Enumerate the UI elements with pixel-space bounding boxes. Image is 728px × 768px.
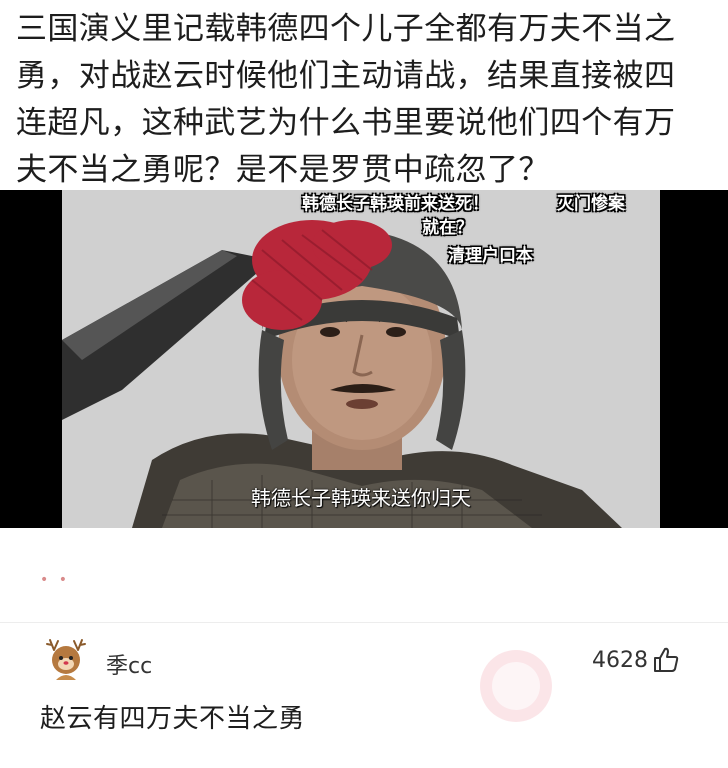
thumbs-up-icon[interactable] [652,646,680,674]
reaction-dots: • • [40,572,70,588]
video-subtitle: 韩德长子韩瑛来送你归天 [251,486,471,510]
watermark-stamp [480,650,552,722]
comment-username[interactable]: 季cc [106,648,152,680]
question-text: 三国演义里记载韩德四个儿子全都有万夫不当之 勇，对战赵云时候他们主动请战，结果直… [16,11,676,188]
post-page: 三国演义里记载韩德四个儿子全都有万夫不当之 勇，对战赵云时候他们主动请战，结果直… [0,0,728,768]
comment-text: 赵云有四万夫不当之勇 [40,704,306,734]
meme-caption-top: 韩德长子韩瑛前来送死！ [302,194,489,214]
cartoon-deer-avatar-icon[interactable] [44,636,88,682]
meme-caption-right: 灭门惨案 [557,194,625,214]
meme-caption-low: 清理户口本 [448,246,533,266]
video-frame[interactable]: 韩德长子韩瑛前来送死！ 灭门惨案 就在？ 清理户口本 韩德长子韩瑛来送你归天 [0,190,728,528]
soldier-illustration [62,190,660,528]
like-count: 4628 [592,648,648,673]
video-still: 韩德长子韩瑛前来送死！ 灭门惨案 就在？ 清理户口本 韩德长子韩瑛来送你归天 [62,190,660,528]
comment-divider [0,622,728,623]
meme-caption-mid: 就在？ [422,218,473,238]
